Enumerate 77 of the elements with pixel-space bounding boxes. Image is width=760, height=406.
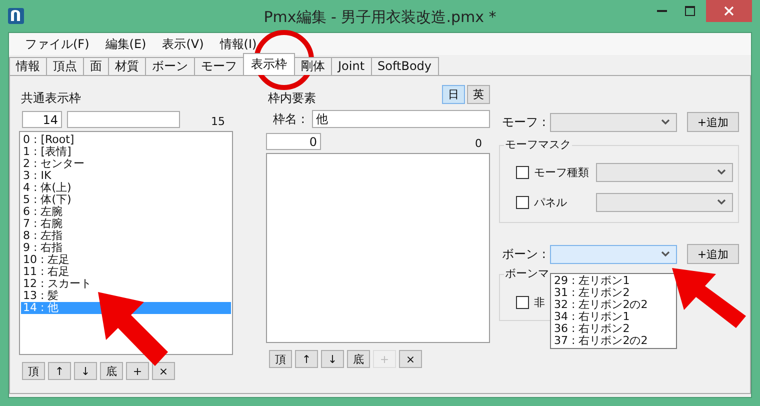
checkbox[interactable] — [516, 166, 529, 178]
toolbar-button[interactable]: ↑ — [48, 362, 71, 380]
field-label: ボーン : — [502, 246, 547, 262]
menu-item[interactable]: 編集(E) — [97, 36, 154, 52]
add-button[interactable]: +追加 — [687, 112, 739, 132]
dropdown-option[interactable]: 36 : 右リボン2 — [551, 323, 630, 335]
group-title: ボーンマ — [504, 267, 550, 281]
item-count: 0 — [475, 137, 482, 150]
toolbar-button[interactable]: + — [126, 362, 149, 380]
list-item[interactable]: 1 : [表情] — [21, 146, 231, 158]
toolbar-button[interactable]: × — [152, 362, 175, 380]
name-field[interactable] — [67, 111, 180, 128]
name-field[interactable]: 他 — [312, 110, 490, 128]
close-icon — [724, 6, 734, 16]
dropdown-option[interactable]: 29 : 左リボン1 — [551, 275, 630, 287]
toolbar-button[interactable]: ↓ — [321, 350, 344, 368]
toolbar-button[interactable]: 底 — [347, 350, 370, 368]
dropdown-menu[interactable]: 29 : 左リボン1 31 : 左リボン2 32 : 左リボン2の2 34 : 右リボン1 36 : 右リボン2 37 : 右リボン2の2 — [550, 273, 677, 349]
dropdown-option[interactable]: 31 : 左リボン2 — [551, 287, 630, 299]
list-item[interactable]: 4 : 体(上) — [21, 182, 231, 194]
menu-item[interactable]: 情報(I) — [212, 36, 265, 52]
dropdown-option[interactable]: 32 : 左リボン2の2 — [551, 299, 648, 311]
language-button[interactable]: 英 — [467, 85, 490, 104]
menu-item[interactable]: 表示(V) — [154, 36, 212, 52]
tab[interactable]: 情報 — [9, 57, 47, 75]
chevron-down-icon — [661, 119, 670, 125]
toolbar-button[interactable]: × — [399, 350, 422, 368]
list-item[interactable]: 13 : 髪 — [21, 290, 231, 302]
list-item[interactable]: 0 : [Root] — [21, 134, 231, 146]
toolbar-button[interactable]: 底 — [100, 362, 123, 380]
toolbar-button[interactable]: ↑ — [295, 350, 318, 368]
checkbox[interactable] — [516, 196, 529, 208]
toolbar-button[interactable]: 頂 — [269, 350, 292, 368]
checkbox-label: パネル — [534, 194, 567, 210]
tab[interactable]: 剛体 — [294, 57, 332, 75]
section-title: 枠内要素 — [268, 90, 316, 106]
field-label: 枠名 : — [273, 110, 306, 128]
list-item[interactable]: 3 : IK — [21, 170, 231, 182]
list-item[interactable]: 9 : 右指 — [21, 242, 231, 254]
add-button[interactable]: +追加 — [687, 244, 739, 264]
list-item[interactable]: 2 : センター — [21, 158, 231, 170]
tab[interactable]: Joint — [331, 57, 372, 75]
group-title: モーフマスク — [504, 138, 572, 152]
menu-item[interactable]: ファイル(F) — [17, 36, 98, 52]
tab[interactable]: SoftBody — [370, 57, 439, 75]
language-button[interactable]: 日 — [442, 85, 465, 104]
index-field[interactable]: 0 — [266, 133, 321, 150]
list-item[interactable]: 8 : 左指 — [21, 230, 231, 242]
frame-list[interactable]: 0 : [Root] 1 : [表情] 2 : センター 3 : IK 4 : 体(上) 5 : 体(下) 6 : 左腕 7 : 右腕 8 : 左指 9 : 右指 10 : 左足 11 : 右足 12 : スカート 13 : 髪 14 : 他 — [19, 131, 233, 355]
close-button[interactable] — [706, 0, 752, 22]
item-count: 15 — [211, 115, 225, 128]
app-icon — [8, 8, 24, 24]
list-item[interactable]: 11 : 右足 — [21, 266, 231, 278]
list-item[interactable]: 7 : 右腕 — [21, 218, 231, 230]
maximize-icon — [685, 6, 695, 16]
field-label: モーフ : — [502, 114, 547, 130]
section-title: 共通表示枠 — [21, 90, 82, 106]
toolbar-button[interactable]: ↓ — [74, 362, 97, 380]
list-item[interactable]: 6 : 左腕 — [21, 206, 231, 218]
dropdown-option[interactable]: 37 : 右リボン2の2 — [551, 335, 648, 347]
toolbar-button[interactable]: 頂 — [22, 362, 45, 380]
list-item[interactable]: 5 : 体(下) — [21, 194, 231, 206]
chevron-down-icon — [661, 251, 670, 257]
tab[interactable]: 表示枠 — [243, 53, 295, 75]
checkbox-label: モーフ種類 — [534, 164, 589, 180]
checkbox[interactable] — [516, 296, 529, 308]
minimize-icon — [657, 10, 667, 12]
tab[interactable]: 材質 — [108, 57, 146, 75]
index-field[interactable]: 14 — [22, 111, 62, 128]
chevron-down-icon — [717, 199, 726, 205]
list-item[interactable]: 10 : 左足 — [21, 254, 231, 266]
dropdown-option[interactable]: 34 : 右リボン1 — [551, 311, 630, 323]
chevron-down-icon — [717, 169, 726, 175]
tab[interactable]: 頂点 — [46, 57, 84, 75]
checkbox-label: 非 — [534, 294, 545, 310]
window-title: Pmx編集 - 男子用衣装改造.pmx * — [264, 8, 496, 27]
list-item[interactable]: 12 : スカート — [21, 278, 231, 290]
